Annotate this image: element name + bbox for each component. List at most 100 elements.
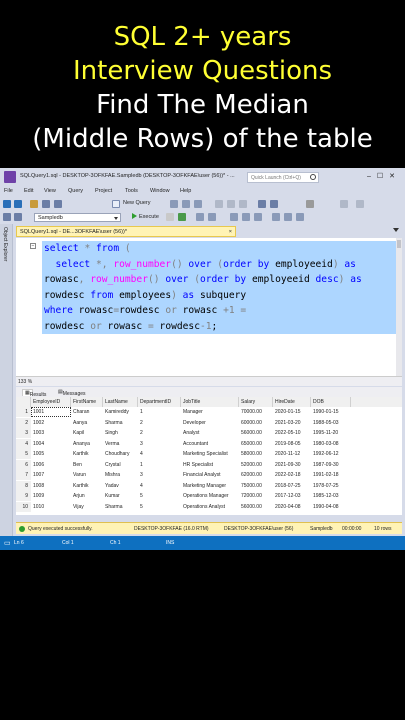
row-number[interactable]: 7 [16,470,31,480]
table-cell[interactable]: 65000.00 [239,439,273,449]
redo-icon[interactable] [270,200,278,208]
table-cell[interactable]: 1 [138,407,181,417]
table-cell[interactable]: Sharma [103,502,138,512]
table-cell[interactable]: Aanya [71,418,103,428]
table-cell[interactable]: 1991-02-18 [311,470,351,480]
table-cell[interactable]: 3 [138,439,181,449]
table-cell[interactable]: 2 [138,428,181,438]
menu-edit[interactable]: Edit [24,188,33,194]
stop-icon[interactable] [166,213,174,221]
table-cell[interactable]: Karthik [71,481,103,491]
table-cell[interactable]: 1995-11-20 [311,428,351,438]
table-cell[interactable]: 5 [138,502,181,512]
collapse-icon[interactable]: − [30,243,36,249]
save-all-icon[interactable] [54,200,62,208]
table-cell[interactable]: Operations Analyst [181,502,239,512]
table-cell[interactable]: Accountant [181,439,239,449]
menu-file[interactable]: File [4,188,13,194]
table-cell[interactable]: Developer [181,418,239,428]
table-cell[interactable]: 2020-04-08 [273,502,311,512]
display-plan-icon[interactable] [196,213,204,221]
mdx-query-icon[interactable] [194,200,202,208]
table-cell[interactable]: 4 [138,481,181,491]
indent-icon[interactable] [296,213,304,221]
table-cell[interactable]: 1009 [31,491,71,501]
table-cell[interactable]: 1988-05-03 [311,418,351,428]
editor-scrollbar[interactable] [396,238,402,376]
table-cell[interactable]: 70000.00 [239,407,273,417]
table-cell[interactable]: Arjun [71,491,103,501]
table-cell[interactable]: 1985-12-03 [311,491,351,501]
table-row[interactable]: 3 1003 Kapil Singh 2 Analyst 56000.00 2022-05-1… [16,428,402,438]
tab-results[interactable]: ▦ Results [22,389,46,398]
table-row[interactable]: 7 1007 Varun Mishra 3 Financial Analyst 62000.… [16,470,402,480]
table-cell[interactable]: 1978-07-25 [311,481,351,491]
column-header[interactable]: EmployeeID [31,397,71,407]
table-cell[interactable]: Sharma [103,418,138,428]
row-number[interactable]: 3 [16,428,31,438]
table-cell[interactable]: Analyst [181,428,239,438]
table-cell[interactable]: 2019-08-05 [273,439,311,449]
table-cell[interactable]: Singh [103,428,138,438]
table-cell[interactable]: 2017-12-03 [273,491,311,501]
row-number[interactable]: 9 [16,491,31,501]
forward-icon[interactable] [14,200,22,208]
table-cell[interactable]: Karthik [71,449,103,459]
menu-view[interactable]: View [44,188,56,194]
table-cell[interactable]: 1980-03-08 [311,439,351,449]
results-to-grid-icon[interactable] [242,213,250,221]
table-cell[interactable]: 72000.00 [239,491,273,501]
zoom-level[interactable]: 133 % [18,379,32,385]
database-select[interactable]: Sampledb [34,213,121,222]
table-cell[interactable]: 2021-03-20 [273,418,311,428]
table-cell[interactable]: Manager [181,407,239,417]
table-cell[interactable]: 56000.00 [239,502,273,512]
query-designer-icon[interactable] [208,213,216,221]
table-cell[interactable]: Varun [71,470,103,480]
table-cell[interactable]: 1 [138,460,181,470]
table-cell[interactable]: 5 [138,491,181,501]
table-cell[interactable]: 1005 [31,449,71,459]
results-to-text-icon[interactable] [230,213,238,221]
row-number[interactable]: 6 [16,459,31,470]
table-cell[interactable]: 1987-09-30 [311,460,351,470]
table-row[interactable]: 4 1004 Ananya Verma 3 Accountant 65000.00 2019-… [16,438,402,449]
table-cell[interactable]: Verma [103,439,138,449]
uncomment-icon[interactable] [284,213,292,221]
open-folder-icon[interactable] [30,200,38,208]
column-header[interactable]: LastName [103,397,138,407]
tab-messages[interactable]: ▤ Messages [58,389,86,397]
table-cell[interactable]: 1007 [31,470,71,480]
window-controls[interactable]: –☐✕ [367,172,401,180]
table-row[interactable]: 5 1005 Karthik Choudhary 4 Marketing Speciali… [16,449,402,459]
table-cell[interactable]: Choudhary [103,449,138,459]
table-cell[interactable]: 56000.00 [239,428,273,438]
save-icon[interactable] [42,200,50,208]
table-cell[interactable]: 3 [138,470,181,480]
paste-icon[interactable] [239,200,247,208]
table-cell[interactable]: 75000.00 [239,481,273,491]
menu-help[interactable]: Help [180,188,191,194]
column-header[interactable]: DOB [311,397,351,407]
quick-launch-input[interactable]: Quick Launch (Ctrl+Q) [247,172,319,183]
menu-tools[interactable]: Tools [125,188,138,194]
table-cell[interactable]: 2021-09-30 [273,460,311,470]
table-row[interactable]: 6 1006 Ben Crystal 1 HR Specialist 52000.00 202… [16,459,402,470]
table-cell[interactable]: Kamireddy [103,407,138,417]
grid-corner[interactable] [16,397,31,407]
table-cell[interactable]: 1006 [31,460,71,470]
table-cell[interactable]: 4 [138,449,181,459]
table-cell[interactable]: 2 [138,418,181,428]
table-cell[interactable]: Vijay [71,502,103,512]
table-cell[interactable]: 1003 [31,428,71,438]
results-grid[interactable]: EmployeeID FirstName LastName DepartmentID J… [16,397,402,515]
table-cell[interactable]: Charan [71,407,103,417]
table-cell[interactable]: HR Specialist [181,460,239,470]
table-cell[interactable]: Mishra [103,470,138,480]
menu-query[interactable]: Query [68,188,83,194]
column-header[interactable]: Salary [239,397,273,407]
results-to-file-icon[interactable] [254,213,262,221]
sql-editor[interactable]: − select * from ( select *, row_number()… [16,238,402,376]
properties-icon[interactable] [306,200,314,208]
undo-icon[interactable] [258,200,266,208]
